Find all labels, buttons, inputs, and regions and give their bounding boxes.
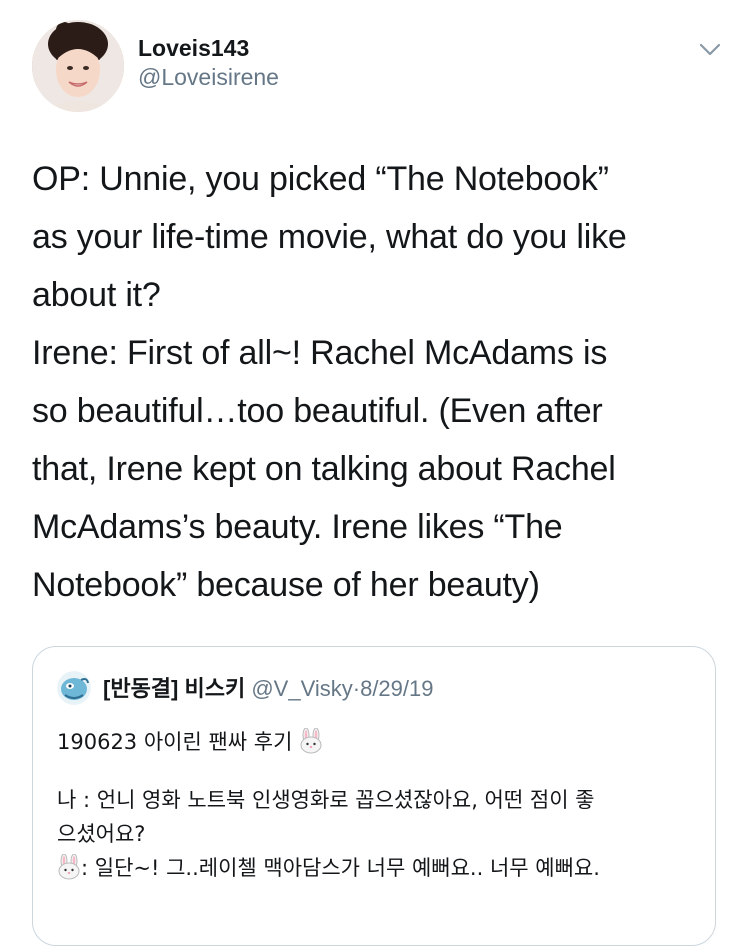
quoted-author-name[interactable]: [반동결] 비스키	[103, 676, 245, 701]
quoted-line: 으셨어요?	[57, 822, 146, 846]
tweet-line: Irene: First of all~! Rachel McAdams is	[32, 334, 608, 372]
rabbit-face-icon	[57, 853, 81, 880]
rabbit-face-icon	[299, 727, 323, 754]
quoted-tweet-date[interactable]: 8/29/19	[360, 676, 433, 701]
author-display-name[interactable]: Loveis143	[138, 34, 279, 62]
quoted-line: 나 : 언니 영화 노트북 인생영화로 꼽으셨잖아요, 어떤 점이 좋	[57, 788, 595, 812]
chevron-down-icon[interactable]	[695, 34, 725, 64]
tweet-line: Notebook” because of her beauty)	[32, 566, 540, 604]
quoted-line-text: : 일단~! 그..레이첼 맥아담스가 너무 예뻐요.. 너무 예뻐요.	[81, 856, 600, 880]
quoted-author-handle[interactable]: @V_Visky	[251, 676, 352, 701]
tweet-header: Loveis143 @Loveisirene	[32, 20, 725, 112]
quoted-line: : 일단~! 그..레이첼 맥아담스가 너무 예뻐요.. 너무 예뻐요.	[57, 851, 697, 885]
quoted-line: 190623 아이린 팬싸 후기	[57, 725, 697, 759]
tweet-line: so beautiful…too beautiful. (Even after	[32, 392, 603, 430]
tweet-line: about it?	[32, 276, 161, 314]
tweet-line: that, Irene kept on talking about Rachel	[32, 450, 616, 488]
quoted-author-avatar[interactable]	[57, 671, 91, 705]
tweet-text: OP: Unnie, you picked “The Notebook” as …	[32, 150, 722, 614]
quoted-tweet-meta: [반동결] 비스키 @V_Visky·8/29/19	[103, 675, 433, 703]
tweet-line: OP: Unnie, you picked “The Notebook”	[32, 160, 609, 198]
tweet-line: as your life-time movie, what do you lik…	[32, 218, 627, 256]
author-avatar[interactable]	[32, 20, 124, 112]
quoted-tweet-body: 190623 아이린 팬싸 후기 나 : 언니 영화 노트북 인생영화로 꼽으셨…	[57, 725, 697, 885]
meta-separator: ·	[352, 676, 361, 701]
author-handle[interactable]: @Loveisirene	[138, 62, 279, 92]
quoted-tweet-card[interactable]: [반동결] 비스키 @V_Visky·8/29/19 190623 아이린 팬싸…	[32, 646, 716, 946]
tweet-line: McAdams’s beauty. Irene likes “The	[32, 508, 563, 546]
author-names: Loveis143 @Loveisirene	[138, 34, 279, 92]
quoted-line-text: 190623 아이린 팬싸 후기	[57, 730, 293, 754]
